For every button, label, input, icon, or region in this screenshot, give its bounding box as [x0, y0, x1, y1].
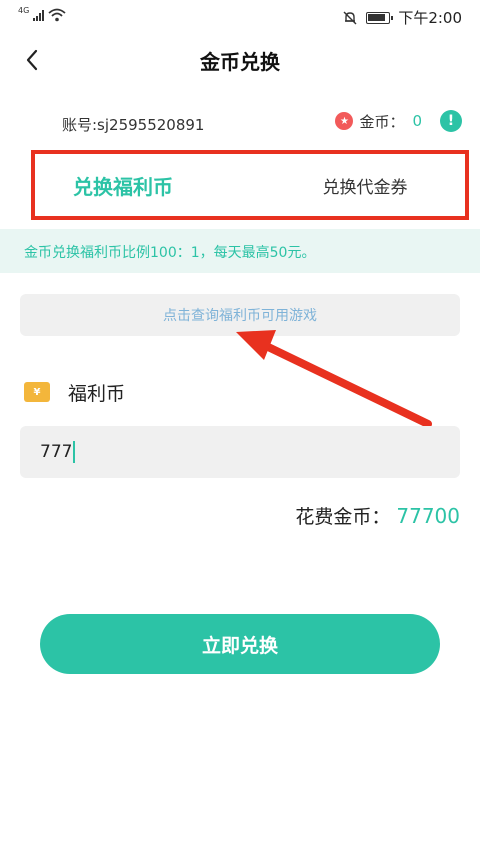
- account-label: 账号:sj2595520891: [62, 116, 205, 134]
- exchange-now-button[interactable]: 立即兑换: [40, 614, 440, 674]
- amount-input[interactable]: 777: [20, 426, 460, 478]
- status-left: 4G: [18, 5, 66, 22]
- notice-text: 金币兑换福利币比例100：1，每天最高50元。: [24, 245, 316, 261]
- cost-row: 花费金币： 77700: [295, 502, 460, 529]
- network-type: 4G: [18, 5, 30, 15]
- status-right: 下午2:00: [342, 7, 462, 28]
- tab-exchange-voucher[interactable]: 兑换代金券: [285, 154, 445, 216]
- page-title: 金币兑换: [200, 50, 280, 74]
- wifi-icon: [48, 8, 66, 22]
- signal-icon: [33, 9, 45, 21]
- tab-exchange-welfare-coin[interactable]: 兑换福利币: [35, 154, 211, 216]
- info-icon[interactable]: !: [440, 110, 462, 132]
- bell-muted-icon: [343, 11, 357, 24]
- welfare-coin-row: ¥ 福利币: [24, 376, 125, 408]
- battery-icon: [366, 11, 394, 24]
- account-row: 账号:sj2595520891 ★ 金币： 0 !: [0, 106, 480, 140]
- query-games-button[interactable]: 点击查询福利币可用游戏: [20, 294, 460, 336]
- coin-value: 0: [412, 112, 422, 130]
- notice-bar: 金币兑换福利币比例100：1，每天最高50元。: [0, 229, 480, 273]
- text-cursor: [73, 441, 76, 463]
- coin-label: 金币：: [359, 112, 405, 131]
- welfare-coin-label: 福利币: [68, 382, 126, 405]
- cost-value: 77700: [396, 504, 460, 528]
- clock: 下午2:00: [398, 9, 462, 27]
- status-bar: 4G 下午2:00: [0, 0, 480, 34]
- coin-star-icon: ★: [335, 112, 354, 130]
- tabs-highlight-box: 兑换福利币 兑换代金券: [31, 150, 469, 220]
- ticket-icon: ¥: [24, 382, 50, 402]
- cost-label: 花费金币：: [295, 506, 391, 528]
- nav-bar: 金币兑换: [0, 34, 480, 84]
- amount-input-value: 777: [40, 442, 73, 462]
- coin-balance: ★ 金币： 0 !: [335, 110, 462, 132]
